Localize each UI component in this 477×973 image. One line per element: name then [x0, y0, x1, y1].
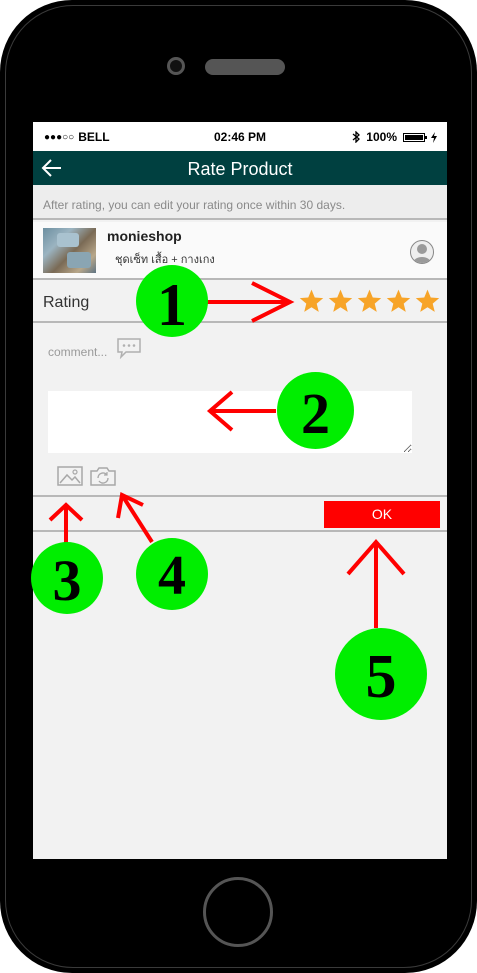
shop-avatar[interactable]	[410, 240, 434, 264]
product-thumbnail	[43, 228, 96, 273]
star-icon[interactable]	[355, 288, 384, 314]
photo-gallery-icon[interactable]	[57, 465, 83, 487]
callout-4: 4	[136, 538, 208, 610]
callout-number: 2	[301, 381, 330, 446]
divider	[33, 495, 447, 497]
callout-number: 4	[158, 545, 186, 607]
callout-5: 5	[335, 628, 427, 720]
thumbnail-garment-bottom	[67, 252, 91, 268]
comment-input[interactable]	[48, 391, 412, 453]
comment-placeholder: comment...	[48, 345, 108, 359]
charging-icon	[431, 131, 437, 143]
shop-name: monieshop	[107, 228, 182, 244]
speaker-grille	[205, 59, 285, 75]
phone-frame: ●●●○○ BELL 02:46 PM 100% Rate Product Af…	[0, 0, 477, 973]
star-icon[interactable]	[326, 288, 355, 314]
comment-bubble-icon	[117, 338, 141, 359]
divider	[33, 530, 447, 532]
star-rating[interactable]	[297, 288, 442, 314]
front-camera	[167, 57, 185, 75]
status-bar: ●●●○○ BELL 02:46 PM 100%	[33, 122, 447, 151]
callout-3: 3	[31, 542, 103, 614]
callout-2: 2	[277, 372, 354, 449]
home-button[interactable]	[203, 877, 273, 947]
star-icon[interactable]	[297, 288, 326, 314]
notice-text: After rating, you can edit your rating o…	[43, 198, 346, 212]
callout-1: 1	[136, 265, 208, 338]
star-icon[interactable]	[413, 288, 442, 314]
rating-row: Rating	[33, 280, 447, 323]
edit-notice: After rating, you can edit your rating o…	[33, 185, 447, 220]
rating-label: Rating	[43, 294, 90, 311]
star-icon[interactable]	[384, 288, 413, 314]
bluetooth-icon	[352, 131, 361, 143]
user-icon	[413, 244, 431, 263]
callout-number: 3	[52, 548, 82, 613]
product-row: monieshop ชุดเซ็ท เสื้อ + กางเกง	[33, 222, 447, 280]
page-title: Rate Product	[187, 159, 293, 179]
app-screen: ●●●○○ BELL 02:46 PM 100% Rate Product Af…	[33, 122, 447, 859]
nav-bar: Rate Product	[33, 151, 447, 185]
battery-icon	[403, 132, 427, 142]
battery-percent: 100%	[366, 130, 397, 144]
callout-number: 5	[365, 643, 397, 711]
ok-button[interactable]: OK	[324, 501, 440, 528]
comment-area: comment...	[33, 323, 447, 496]
status-right: 100%	[352, 130, 437, 144]
camera-icon[interactable]	[89, 465, 117, 487]
thumbnail-garment-top	[57, 233, 79, 247]
callout-number: 1	[157, 272, 187, 338]
